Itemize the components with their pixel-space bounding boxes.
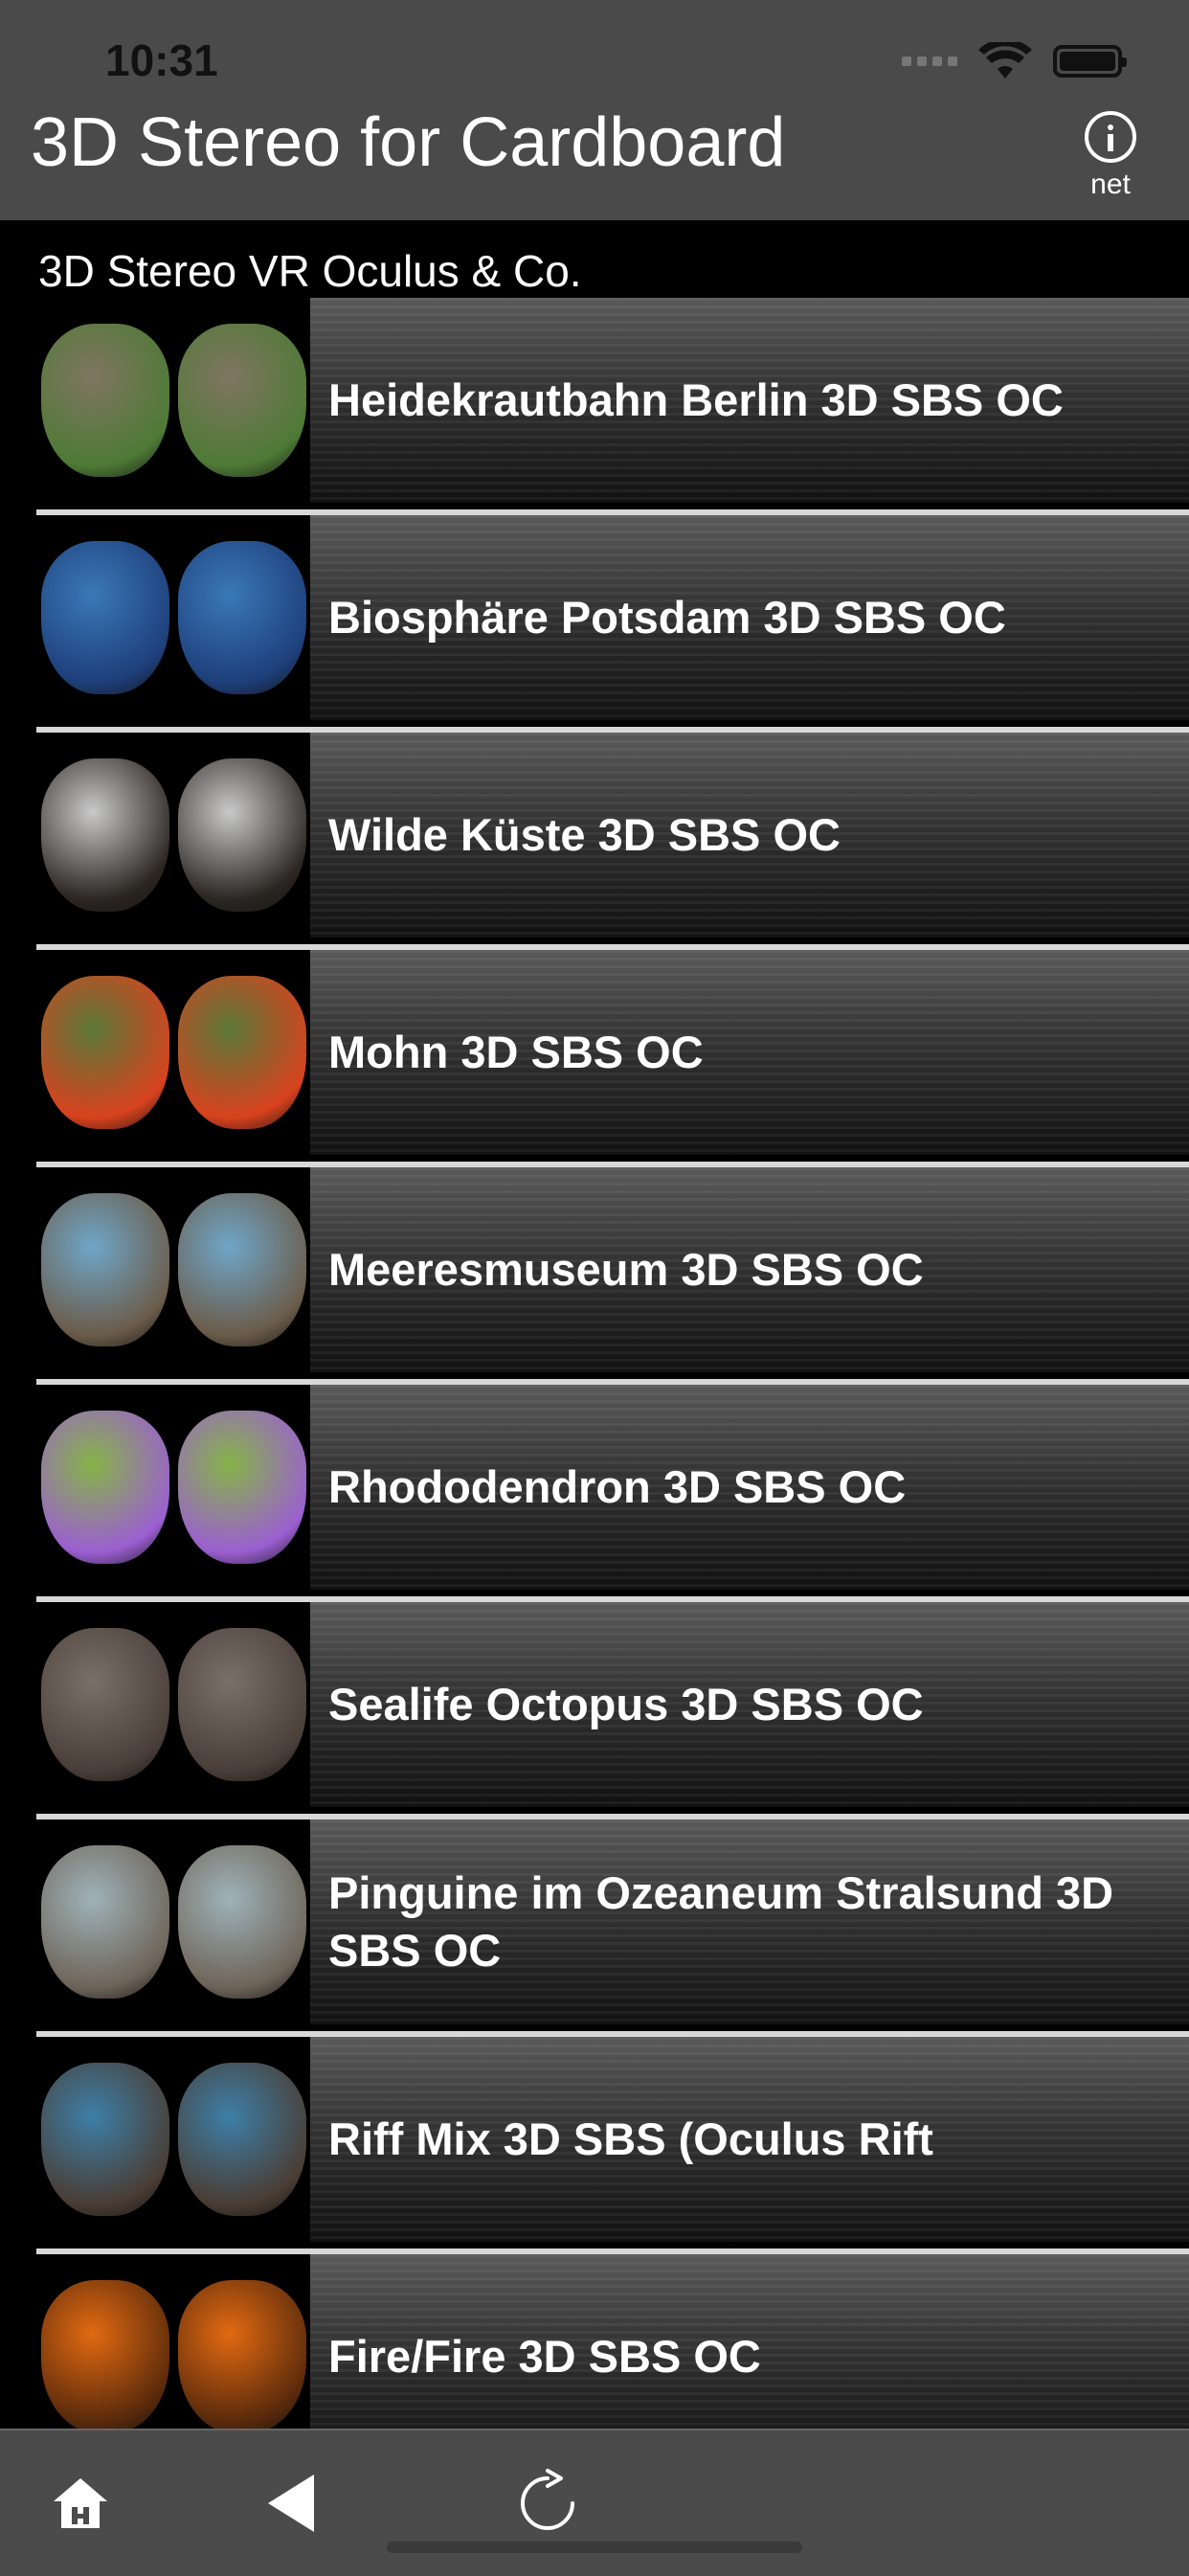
- stereo-thumbnail: [36, 950, 310, 1155]
- left-eye-image: [40, 976, 169, 1129]
- list-item-title: Sealife Octopus 3D SBS OC: [328, 1679, 924, 1729]
- right-eye-image: [177, 1845, 306, 1999]
- list-item[interactable]: Heidekrautbahn Berlin 3D SBS OC: [36, 298, 1189, 503]
- left-eye-image: [40, 541, 169, 694]
- list-item[interactable]: Fire/Fire 3D SBS OC: [36, 2248, 1189, 2459]
- list-item-title: Heidekrautbahn Berlin 3D SBS OC: [328, 374, 1064, 425]
- left-eye-image: [40, 758, 169, 912]
- stereo-thumbnail: [36, 1602, 310, 1807]
- right-eye-image: [177, 2063, 306, 2216]
- list-item-title: Rhododendron 3D SBS OC: [328, 1461, 907, 1512]
- left-eye-image: [40, 1845, 169, 1999]
- navigation-bar: 10:31 3D Stereo for Cardboard net: [0, 0, 1189, 220]
- list-item[interactable]: Meeresmuseum 3D SBS OC: [36, 1162, 1189, 1372]
- list-item[interactable]: Sealife Octopus 3D SBS OC: [36, 1596, 1189, 1807]
- stereo-thumbnail: [36, 2037, 310, 2242]
- list-item[interactable]: Biosphäre Potsdam 3D SBS OC: [36, 509, 1189, 720]
- list-item-title: Riff Mix 3D SBS (Oculus Rift: [328, 2113, 933, 2164]
- video-list: Heidekrautbahn Berlin 3D SBS OC Biosphäre…: [36, 298, 1189, 2466]
- bottom-toolbar: [0, 2429, 1189, 2576]
- list-item[interactable]: Riff Mix 3D SBS (Oculus Rift: [36, 2031, 1189, 2242]
- info-icon: [1085, 111, 1136, 163]
- battery-icon: [1053, 45, 1127, 78]
- back-icon[interactable]: [255, 2465, 331, 2542]
- left-eye-image: [40, 1411, 169, 1564]
- stereo-thumbnail: [36, 298, 310, 503]
- right-eye-image: [177, 758, 306, 912]
- list-item[interactable]: Wilde Küste 3D SBS OC: [36, 727, 1189, 938]
- status-time: 10:31: [105, 35, 218, 85]
- stereo-thumbnail: [36, 515, 310, 720]
- right-eye-image: [177, 1411, 306, 1564]
- list-item[interactable]: Pinguine im Ozeaneum Stralsund 3D SBS OC: [36, 1814, 1189, 2024]
- cellular-signal-icon: [902, 56, 957, 66]
- left-eye-image: [40, 2063, 169, 2216]
- stereo-thumbnail: [36, 1385, 310, 1590]
- left-eye-image: [40, 1193, 169, 1346]
- home-indicator: [387, 2542, 802, 2553]
- wifi-icon: [978, 42, 1032, 79]
- right-eye-image: [177, 324, 306, 477]
- right-eye-image: [177, 541, 306, 694]
- home-icon[interactable]: [42, 2465, 119, 2542]
- list-item[interactable]: Rhododendron 3D SBS OC: [36, 1379, 1189, 1590]
- right-eye-image: [177, 1628, 306, 1781]
- list-item-title: Meeresmuseum 3D SBS OC: [328, 1244, 924, 1295]
- list-item[interactable]: Mohn 3D SBS OC: [36, 944, 1189, 1155]
- right-eye-image: [177, 1193, 306, 1346]
- stereo-thumbnail: [36, 1167, 310, 1372]
- section-title: 3D Stereo VR Oculus & Co.: [38, 246, 582, 296]
- left-eye-image: [40, 2280, 169, 2433]
- stereo-thumbnail: [36, 733, 310, 938]
- left-eye-image: [40, 1628, 169, 1781]
- status-icons: [902, 42, 1127, 80]
- refresh-icon[interactable]: [509, 2465, 586, 2542]
- page-title: 3D Stereo for Cardboard: [31, 104, 786, 181]
- list-item-title: Mohn 3D SBS OC: [328, 1027, 704, 1077]
- stereo-thumbnail: [36, 1819, 310, 2024]
- right-eye-image: [177, 2280, 306, 2433]
- list-item-title: Pinguine im Ozeaneum Stralsund 3D SBS OC: [328, 1867, 1114, 1976]
- left-eye-image: [40, 324, 169, 477]
- info-button[interactable]: net: [1072, 111, 1149, 216]
- list-item-title: Biosphäre Potsdam 3D SBS OC: [328, 592, 1006, 643]
- right-eye-image: [177, 976, 306, 1129]
- info-button-label: net: [1090, 169, 1131, 200]
- list-item-title: Wilde Küste 3D SBS OC: [328, 809, 841, 860]
